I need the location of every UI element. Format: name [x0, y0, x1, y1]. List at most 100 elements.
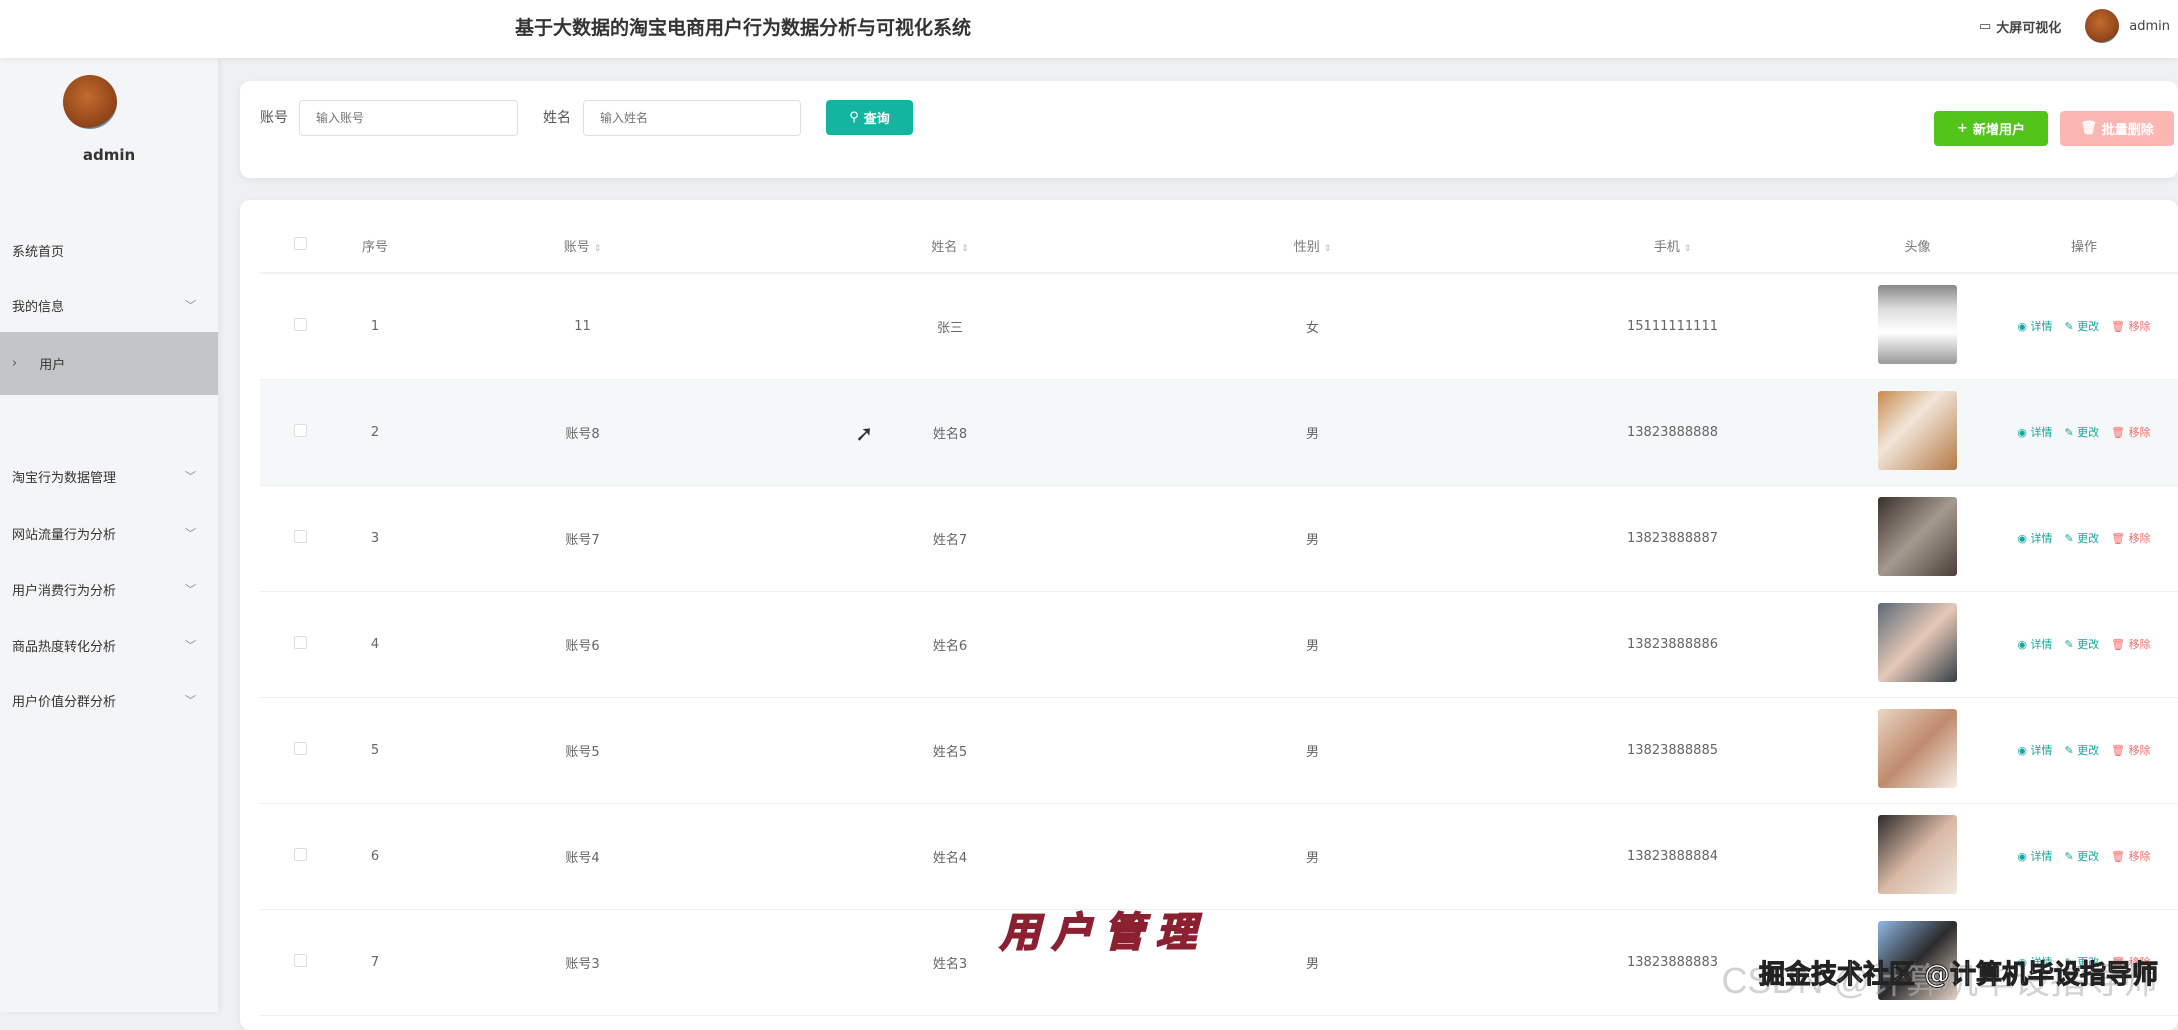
cell-index: 6 [340, 803, 410, 909]
chevron-down-icon[interactable]: ﹀ [185, 297, 196, 313]
edit-icon: ✎ [2064, 426, 2077, 439]
cell-gender: 男 [1145, 803, 1480, 909]
row-checkbox[interactable] [294, 424, 307, 437]
avatar-image[interactable] [1878, 709, 1957, 788]
detail-button[interactable]: ◉ 详情 [2017, 744, 2052, 757]
eye-icon: ◉ [2017, 426, 2030, 439]
sidebar-item-label: 系统首页 [12, 241, 64, 260]
sort-icon[interactable]: ⇕ [1684, 244, 1692, 254]
row-checkbox[interactable] [294, 318, 307, 331]
row-checkbox[interactable] [294, 636, 307, 649]
edit-button[interactable]: ✎ 更改 [2064, 532, 2099, 545]
trash-icon: 🗑 [2111, 850, 2128, 863]
sidebar-item-label: 淘宝行为数据管理 [12, 467, 116, 486]
select-all-checkbox[interactable] [294, 237, 307, 250]
batch-delete-button[interactable]: 🗑批量删除 [2060, 111, 2174, 146]
row-checkbox[interactable] [294, 954, 307, 967]
remove-label: 移除 [2129, 850, 2151, 863]
chevron-down-icon[interactable]: ﹀ [185, 468, 196, 484]
remove-button[interactable]: 🗑 移除 [2111, 426, 2150, 439]
big-screen-link[interactable]: ▭大屏可视化 [1979, 17, 2061, 36]
avatar-image[interactable] [1878, 815, 1957, 894]
sort-icon[interactable]: ⇕ [1324, 244, 1332, 254]
avatar-image[interactable] [1878, 497, 1957, 576]
cell-phone: 13823888885 [1480, 697, 1865, 803]
edit-button[interactable]: ✎ 更改 [2064, 426, 2099, 439]
sidebar-item[interactable]: 我的信息﹀ [0, 277, 218, 333]
trash-icon: 🗑 [2111, 426, 2128, 439]
edit-button[interactable]: ✎ 更改 [2064, 744, 2099, 757]
sort-icon[interactable]: ⇕ [961, 244, 969, 254]
remove-button[interactable]: 🗑 移除 [2111, 320, 2150, 333]
sort-icon[interactable]: ⇕ [594, 244, 602, 254]
detail-button[interactable]: ◉ 详情 [2017, 850, 2052, 863]
cell-account: 账号4 [410, 803, 755, 909]
query-button[interactable]: ⚲查询 [826, 100, 913, 135]
cell-gender: 男 [1145, 697, 1480, 803]
edit-icon: ✎ [2064, 532, 2077, 545]
avatar-image[interactable] [1878, 603, 1957, 682]
header-name[interactable]: 姓名⇕ [755, 219, 1145, 273]
row-checkbox[interactable] [294, 848, 307, 861]
detail-button[interactable]: ◉ 详情 [2017, 532, 2052, 545]
sidebar-item[interactable]: 商品热度转化分析﹀ [0, 617, 218, 673]
detail-button[interactable]: ◉ 详情 [2017, 638, 2052, 651]
trash-icon: 🗑 [2080, 121, 2097, 136]
edit-label: 更改 [2077, 744, 2099, 757]
sidebar: admin 系统首页我的信息﹀用户管理︿›用户淘宝行为数据管理﹀网站流量行为分析… [0, 58, 218, 1012]
name-label: 姓名 [543, 107, 571, 127]
edit-icon: ✎ [2064, 850, 2077, 863]
cell-gender: 男 [1145, 379, 1480, 485]
add-user-button[interactable]: +新增用户 [1934, 111, 2048, 146]
chevron-down-icon[interactable]: ﹀ [185, 692, 196, 708]
cell-account: 账号7 [410, 485, 755, 591]
sidebar-item[interactable]: 淘宝行为数据管理 ﹀ [0, 448, 218, 504]
cell-phone: 13823888884 [1480, 803, 1865, 909]
detail-button[interactable]: ◉ 详情 [2017, 320, 2052, 333]
cell-phone: 15111111111 [1480, 273, 1865, 379]
row-checkbox[interactable] [294, 530, 307, 543]
sidebar-item[interactable]: 用户消费行为分析﹀ [0, 561, 218, 617]
table-row: 5 账号5 姓名5 男 13823888885 ◉ 详情✎ 更改🗑 移除 [260, 697, 2178, 803]
table-row: 2 账号8 姓名8 男 13823888888 ◉ 详情✎ 更改🗑 移除 [260, 379, 2178, 485]
account-input[interactable] [299, 100, 518, 136]
edit-button[interactable]: ✎ 更改 [2064, 638, 2099, 651]
plus-icon: + [1957, 121, 1968, 136]
sidebar-item[interactable]: ›用户 [0, 332, 218, 395]
remove-button[interactable]: 🗑 移除 [2111, 638, 2150, 651]
edit-label: 更改 [2077, 850, 2099, 863]
user-avatar[interactable] [2085, 9, 2119, 43]
header-account[interactable]: 账号 ⇕ [410, 219, 755, 273]
edit-button[interactable]: ✎ 更改 [2064, 320, 2099, 333]
header-phone[interactable]: 手机⇕ [1480, 219, 1865, 273]
sidebar-item-label: 用户 [39, 354, 65, 373]
sidebar-item[interactable]: 用户价值分群分析 ﹀ [0, 672, 218, 728]
sidebar-item-label: 用户价值分群分析 [12, 691, 116, 710]
remove-button[interactable]: 🗑 移除 [2111, 744, 2150, 757]
avatar-image[interactable] [1878, 391, 1957, 470]
user-name[interactable]: admin [2129, 19, 2170, 34]
eye-icon: ◉ [2017, 320, 2030, 333]
top-header: 基于大数据的淘宝电商用户行为数据分析与可视化系统 ▭大屏可视化 admin [0, 0, 2178, 58]
cell-account: 账号3 [410, 909, 755, 1015]
detail-label: 详情 [2030, 850, 2052, 863]
edit-label: 更改 [2077, 638, 2099, 651]
row-checkbox[interactable] [294, 742, 307, 755]
chevron-down-icon[interactable]: ﹀ [185, 525, 196, 541]
edit-label: 更改 [2077, 320, 2099, 333]
name-input[interactable] [583, 100, 801, 136]
remove-button[interactable]: 🗑 移除 [2111, 532, 2150, 545]
header-gender[interactable]: 性别⇕ [1145, 219, 1480, 273]
remove-label: 移除 [2129, 744, 2151, 757]
chevron-down-icon[interactable]: ﹀ [185, 637, 196, 653]
chevron-down-icon[interactable]: ﹀ [185, 581, 196, 597]
edit-button[interactable]: ✎ 更改 [2064, 850, 2099, 863]
remove-button[interactable]: 🗑 移除 [2111, 850, 2150, 863]
avatar-image[interactable] [1878, 285, 1957, 364]
detail-button[interactable]: ◉ 详情 [2017, 426, 2052, 439]
sidebar-item[interactable]: 系统首页 [0, 222, 218, 278]
header-account-label: 账号 [564, 240, 590, 255]
edit-icon: ✎ [2064, 744, 2077, 757]
remove-label: 移除 [2129, 532, 2151, 545]
sidebar-item[interactable]: 网站流量行为分析﹀ [0, 505, 218, 561]
